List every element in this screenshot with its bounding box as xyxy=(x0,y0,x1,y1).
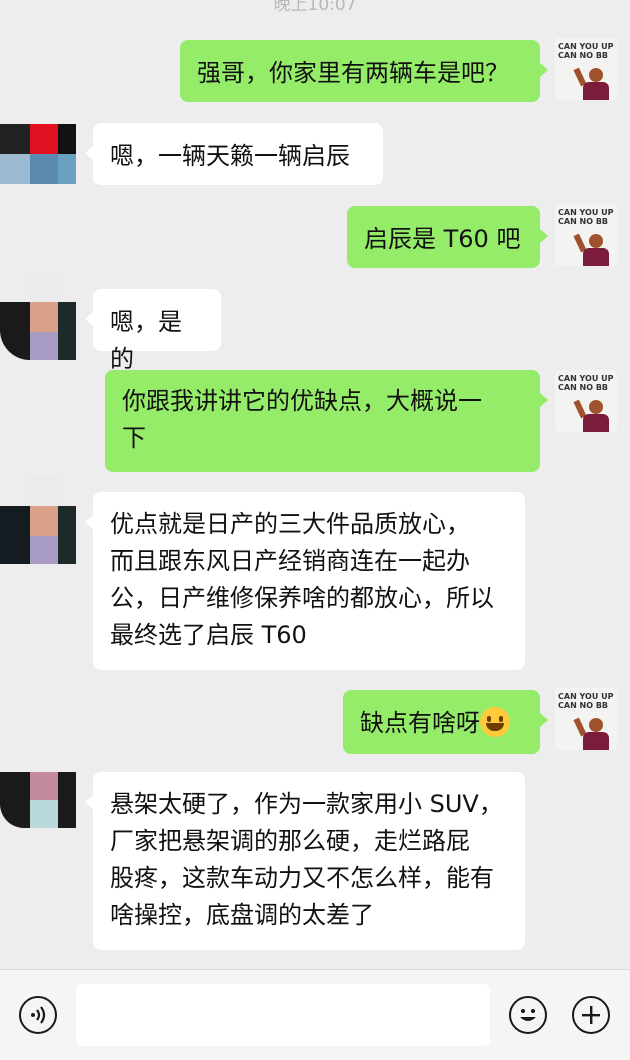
message-line: 而且跟东风日产经销商连在一起办 xyxy=(110,547,470,575)
chat-bubble-received[interactable]: 悬架太硬了，作为一款家用小 SUV， 厂家把悬架调的那么硬，走烂路屁 股疼，这款… xyxy=(85,772,525,950)
message-text: 嗯，是的 xyxy=(110,308,182,373)
my-avatar[interactable]: CAN YOU UP CAN NO BB xyxy=(555,38,617,100)
my-avatar[interactable]: CAN YOU UP CAN NO BB xyxy=(555,370,617,432)
chat-bubble-sent[interactable]: 你跟我讲讲它的优缺点，大概说一 下 xyxy=(105,370,548,472)
message-input[interactable] xyxy=(76,984,490,1046)
message-text: 嗯，一辆天籁一辆启辰 xyxy=(110,142,350,170)
my-avatar[interactable]: CAN YOU UP CAN NO BB xyxy=(555,204,617,266)
message-line: 公，日产维修保养啥的都放心，所以 xyxy=(110,584,494,612)
voice-icon[interactable] xyxy=(19,996,57,1034)
chat-bubble-sent[interactable]: 缺点有啥呀 xyxy=(343,690,548,754)
grinning-face-emoji-icon xyxy=(480,707,510,737)
message-text: 启辰是 T60 吧 xyxy=(364,225,521,253)
contact-avatar[interactable] xyxy=(0,772,76,828)
chat-bubble-sent[interactable]: 启辰是 T60 吧 xyxy=(347,206,548,268)
message-line: 你跟我讲讲它的优缺点，大概说一 xyxy=(122,387,482,415)
chat-bubble-received[interactable]: 嗯，是的 xyxy=(85,289,221,373)
avatar-caption: CAN YOU UP CAN NO BB xyxy=(558,208,614,226)
contact-avatar[interactable] xyxy=(0,476,76,564)
message-text: 缺点有啥呀 xyxy=(360,709,480,737)
message-line: 股疼，这款车动力又不怎么样，能有 xyxy=(110,864,494,892)
avatar-caption: CAN YOU UP CAN NO BB xyxy=(558,374,614,392)
message-timestamp: 晚上10:07 xyxy=(273,0,357,15)
chat-bubble-received[interactable]: 嗯，一辆天籁一辆启辰 xyxy=(85,123,383,185)
contact-avatar[interactable] xyxy=(0,124,76,184)
message-line: 啥操控，底盘调的太差了 xyxy=(110,901,374,929)
contact-avatar[interactable] xyxy=(0,272,76,360)
smiley-icon[interactable] xyxy=(509,996,547,1034)
message-line: 最终选了启辰 T60 xyxy=(110,621,307,649)
my-avatar[interactable]: CAN YOU UP CAN NO BB xyxy=(555,688,617,750)
chat-bubble-received[interactable]: 优点就是日产的三大件品质放心， 而且跟东风日产经销商连在一起办 公，日产维修保养… xyxy=(85,492,525,670)
message-line: 优点就是日产的三大件品质放心， xyxy=(110,510,470,538)
avatar-caption: CAN YOU UP CAN NO BB xyxy=(558,42,614,60)
message-line: 下 xyxy=(122,424,146,452)
plus-icon[interactable] xyxy=(572,996,610,1034)
message-line: 厂家把悬架调的那么硬，走烂路屁 xyxy=(110,827,470,855)
avatar-caption: CAN YOU UP CAN NO BB xyxy=(558,692,614,710)
chat-bubble-sent[interactable]: 强哥，你家里有两辆车是吧？ xyxy=(180,40,548,102)
message-line: 悬架太硬了，作为一款家用小 SUV， xyxy=(110,790,503,818)
message-text: 强哥，你家里有两辆车是吧？ xyxy=(197,59,509,87)
chat-input-bar xyxy=(0,969,630,1060)
